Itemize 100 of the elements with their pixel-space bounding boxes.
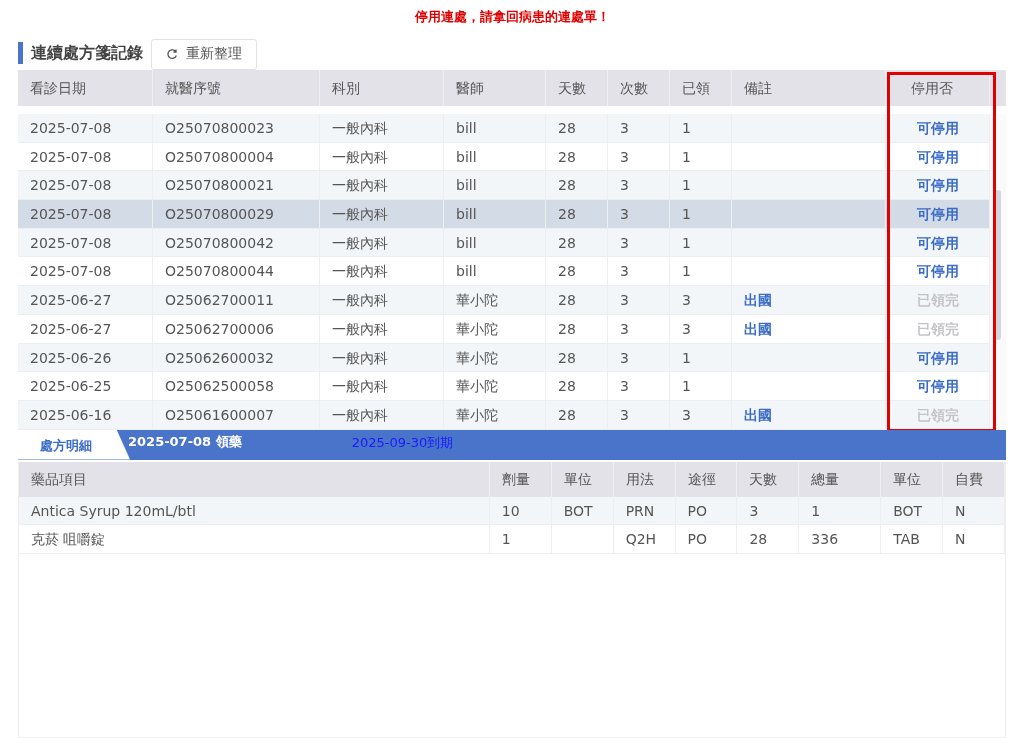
table-cell: 3 <box>608 200 670 228</box>
column-header: 已領 <box>670 70 732 106</box>
table-cell: 1 <box>670 114 732 142</box>
table-cell: 28 <box>546 142 608 171</box>
column-header: 天數 <box>546 70 608 106</box>
table-cell: 3 <box>737 496 800 525</box>
table-row[interactable]: 2025-06-26 O25062600032 一般內科 華小陀 28 3 1 可停用 <box>18 343 990 373</box>
table-cell: 1 <box>670 372 732 400</box>
stop-link[interactable]: 可停用 <box>916 177 959 194</box>
selected-row[interactable]: 2025-07-08 O25070800029 一般內科 bill 28 3 1 可停用 <box>18 200 990 229</box>
table-cell: 一般內科 <box>320 286 444 314</box>
table-cell: 一般內科 <box>320 171 444 200</box>
table-cell: 一般內科 <box>320 200 444 228</box>
stop-link[interactable]: 可停用 <box>916 378 959 395</box>
table-cell: 28 <box>546 171 608 200</box>
table-row[interactable]: 2025-07-08 O25070800044 一般內科 bill 28 3 1 可停用 <box>18 257 990 287</box>
table-cell: 1 <box>799 496 882 525</box>
table-cell: O25070800044 <box>153 257 320 286</box>
detail-tab[interactable]: 處方明細 <box>18 429 130 460</box>
table-cell: 一般內科 <box>320 314 444 343</box>
table-cell: 華小陀 <box>444 372 546 400</box>
table-row[interactable]: 2025-06-25 O25062500058 一般內科 華小陀 28 3 1 可停用 <box>18 372 990 401</box>
table-cell: 3 <box>608 171 670 200</box>
accent-bar <box>18 42 23 64</box>
table-cell: 2025-06-27 <box>18 314 153 343</box>
table-row[interactable]: 2025-07-08 O25070800004 一般內科 bill 28 3 1 可停用 <box>18 142 990 172</box>
stop-link[interactable]: 可停用 <box>916 234 959 251</box>
table-cell: Q2H <box>613 525 676 553</box>
table-cell: 10 <box>489 496 552 525</box>
table-cell: BOT <box>551 496 614 525</box>
table-cell: TAB <box>881 525 944 553</box>
table-cell: O25070800004 <box>153 142 320 171</box>
table-cell: 28 <box>546 257 608 286</box>
table-cell: 1 <box>670 171 732 200</box>
note-text: 出國 <box>744 320 772 337</box>
table-cell: 1 <box>489 525 552 553</box>
table-cell: 克菸 咀嚼錠 <box>19 525 490 553</box>
refresh-button[interactable]: 重新整理 <box>151 38 257 70</box>
table-cell: 336 <box>799 525 882 553</box>
table-cell: O25062700006 <box>153 314 320 343</box>
table-cell: 2025-06-26 <box>18 343 153 372</box>
table-cell: BOT <box>881 496 944 525</box>
table-cell: 3 <box>608 400 670 429</box>
table-cell: O25061600007 <box>153 400 320 429</box>
table-cell: PO <box>675 496 738 525</box>
table-cell: N <box>943 496 1005 525</box>
table-cell: 1 <box>670 228 732 257</box>
table-cell: 3 <box>608 257 670 286</box>
column-header: 就醫序號 <box>153 70 320 106</box>
table-cell: bill <box>444 114 546 142</box>
pickup-date: 2025-07-08 領藥 <box>128 432 242 451</box>
column-header: 單位 <box>881 461 944 497</box>
column-header: 備註 <box>732 70 886 106</box>
expiry-date: 2025-09-30到期 <box>351 433 454 452</box>
table-cell: 2025-07-08 <box>18 257 153 286</box>
table-cell: O25062600032 <box>153 343 320 372</box>
table-cell: O25062700011 <box>153 286 320 314</box>
table-cell: 一般內科 <box>320 257 444 286</box>
table-cell: 華小陀 <box>444 343 546 372</box>
warning-message: 停用連處，請拿回病患的連處單！ <box>414 8 610 26</box>
stop-link[interactable]: 可停用 <box>916 206 959 223</box>
table-cell: 2025-07-08 <box>18 200 153 228</box>
table-cell: 3 <box>608 228 670 257</box>
table-cell: 2025-06-25 <box>18 372 153 400</box>
table-cell: O25070800023 <box>153 114 320 142</box>
stop-link[interactable]: 可停用 <box>916 148 959 165</box>
stop-link[interactable]: 可停用 <box>916 349 959 366</box>
table-cell: 28 <box>546 314 608 343</box>
table-cell: O25070800029 <box>153 200 320 228</box>
section-title: 連續處方箋記錄 <box>31 42 143 64</box>
column-header: 科別 <box>320 70 444 106</box>
table-cell: 3 <box>608 372 670 400</box>
table-cell: 28 <box>737 525 800 553</box>
table-cell: N <box>943 525 1005 553</box>
column-header: 看診日期 <box>18 70 153 106</box>
column-header: 總量 <box>799 461 882 497</box>
table-cell: 28 <box>546 200 608 228</box>
table-cell: bill <box>444 257 546 286</box>
table-row[interactable]: 2025-07-08 O25070800042 一般內科 bill 28 3 1 可停用 <box>18 228 990 258</box>
table-cell: 1 <box>670 257 732 286</box>
table-cell: 28 <box>546 228 608 257</box>
table-cell: bill <box>444 142 546 171</box>
table-cell: 2025-07-08 <box>18 114 153 142</box>
table-cell: O25070800042 <box>153 228 320 257</box>
table-cell: 2025-07-08 <box>18 228 153 257</box>
table-cell: 28 <box>546 286 608 314</box>
table-cell: O25062500058 <box>153 372 320 400</box>
stop-link[interactable]: 可停用 <box>916 263 959 280</box>
table-cell: 一般內科 <box>320 372 444 400</box>
table-cell: 一般內科 <box>320 228 444 257</box>
table-cell: 華小陀 <box>444 400 546 429</box>
table-row[interactable]: 2025-07-08 O25070800023 一般內科 bill 28 3 1 可停用 <box>18 114 990 143</box>
table-cell: 3 <box>608 114 670 142</box>
table-row[interactable]: 2025-07-08 O25070800021 一般內科 bill 28 3 1 可停用 <box>18 171 990 201</box>
table-cell: 一般內科 <box>320 400 444 429</box>
table-cell: PRN <box>613 496 676 525</box>
table-cell: Antica Syrup 120mL/btl <box>19 496 490 525</box>
stop-link[interactable]: 可停用 <box>916 120 959 136</box>
table-cell: 2025-07-08 <box>18 171 153 200</box>
table-cell: 2025-07-08 <box>18 142 153 171</box>
